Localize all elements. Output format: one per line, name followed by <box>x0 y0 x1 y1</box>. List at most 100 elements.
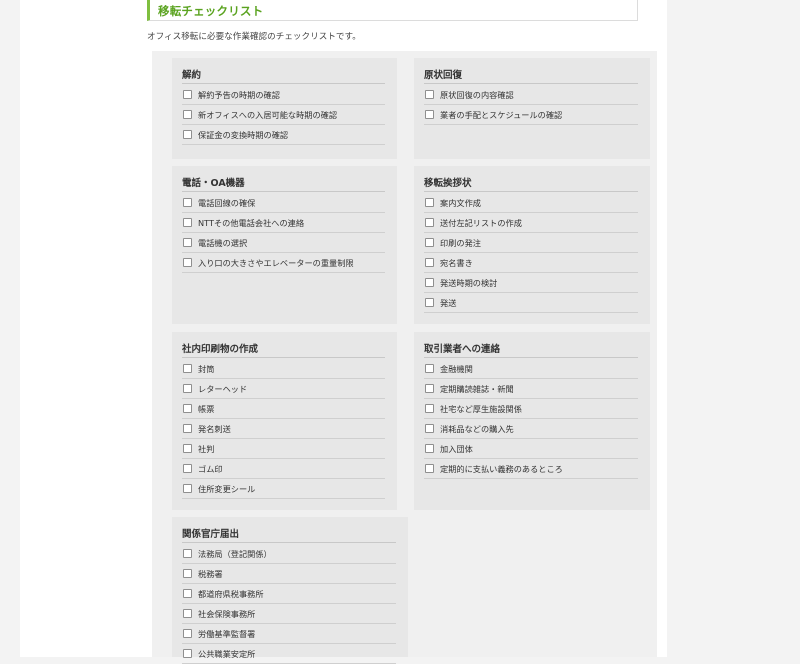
checkbox[interactable] <box>425 238 434 247</box>
checkbox[interactable] <box>183 549 192 558</box>
checklist-item[interactable]: 電話回線の確保 <box>182 193 385 213</box>
checklist-item[interactable]: 社判 <box>182 439 385 459</box>
card-phone-oa: 電話・OA機器 電話回線の確保 NTTその他電話会社への連絡 電話機の選択 入り… <box>172 166 397 324</box>
checklist-item[interactable]: 労働基準監督署 <box>182 624 396 644</box>
card-title: 社内印刷物の作成 <box>182 344 259 355</box>
checklist-item[interactable]: 原状回復の内容確認 <box>424 85 638 105</box>
checkbox[interactable] <box>425 298 434 307</box>
checklist-label: 電話回線の確保 <box>198 197 256 208</box>
checklist-label: 公共職業安定所 <box>198 648 256 659</box>
checkbox[interactable] <box>183 464 192 473</box>
checkbox[interactable] <box>183 609 192 618</box>
checkbox[interactable] <box>425 278 434 287</box>
checklist-item[interactable]: 解約予告の時期の確認 <box>182 85 385 105</box>
checklist-label: 金融機関 <box>440 363 473 374</box>
checklist-item[interactable]: 業者の手配とスケジュールの確認 <box>424 105 638 125</box>
checklist-label: 住所変更シール <box>198 483 256 494</box>
checklist-item[interactable]: 住所変更シール <box>182 479 385 499</box>
checklist-label: 入り口の大きさやエレベーターの重量制限 <box>198 257 354 268</box>
checklist-label: 消耗品などの購入先 <box>440 423 514 434</box>
checkbox[interactable] <box>183 484 192 493</box>
checklist-item[interactable]: 定期的に支払い義務のあるところ <box>424 459 638 479</box>
checklist-item[interactable]: 送付左記リストの作成 <box>424 213 638 233</box>
checkbox[interactable] <box>183 384 192 393</box>
checkbox[interactable] <box>183 110 192 119</box>
card-divider <box>182 83 385 84</box>
checkbox[interactable] <box>183 218 192 227</box>
checklist-label: 税務署 <box>198 568 223 579</box>
checklist-item[interactable]: 金融機関 <box>424 359 638 379</box>
checklist-label: 印刷の発注 <box>440 237 481 248</box>
checklist-item[interactable]: 社会保険事務所 <box>182 604 396 624</box>
checklist-item[interactable]: NTTその他電話会社への連絡 <box>182 213 385 233</box>
checklist-item[interactable]: 発名刺送 <box>182 419 385 439</box>
checkbox[interactable] <box>183 589 192 598</box>
checkbox[interactable] <box>183 569 192 578</box>
card-greeting-letter: 移転挨拶状 案内文作成 送付左記リストの作成 印刷の発注 宛名書き 発送時期の検… <box>414 166 650 324</box>
checkbox[interactable] <box>425 404 434 413</box>
checklist-item[interactable]: 加入団体 <box>424 439 638 459</box>
checklist-label: 業者の手配とスケジュールの確認 <box>440 109 563 120</box>
checkbox[interactable] <box>425 384 434 393</box>
checklist-item[interactable]: 発送 <box>424 293 638 313</box>
checklist-item[interactable]: 電話機の選択 <box>182 233 385 253</box>
checklist-label: 法務局（登記関係） <box>198 548 272 559</box>
checklist-label: NTTその他電話会社への連絡 <box>198 217 305 228</box>
card-title: 関係官庁届出 <box>182 529 240 540</box>
checklist-label: 社会保険事務所 <box>198 608 256 619</box>
card-divider <box>424 357 638 358</box>
card-divider <box>182 542 396 543</box>
checkbox[interactable] <box>183 404 192 413</box>
checkbox[interactable] <box>183 90 192 99</box>
checkbox[interactable] <box>425 364 434 373</box>
checklist-label: 電話機の選択 <box>198 237 248 248</box>
checkbox[interactable] <box>183 258 192 267</box>
checkbox[interactable] <box>425 90 434 99</box>
checklist-item[interactable]: 保証金の変換時期の確認 <box>182 125 385 145</box>
checklist-item[interactable]: 帳票 <box>182 399 385 419</box>
checklist-item[interactable]: 宛名書き <box>424 253 638 273</box>
checkbox[interactable] <box>425 464 434 473</box>
checkbox[interactable] <box>183 238 192 247</box>
checklist-label: ゴム印 <box>198 463 223 474</box>
checklist-label: 送付左記リストの作成 <box>440 217 522 228</box>
card-divider <box>182 357 385 358</box>
checklist-label: 定期的に支払い義務のあるところ <box>440 463 563 474</box>
checklist-item[interactable]: 公共職業安定所 <box>182 644 396 664</box>
checkbox[interactable] <box>425 198 434 207</box>
checklist-item[interactable]: 法務局（登記関係） <box>182 544 396 564</box>
checklist-label: 封筒 <box>198 363 215 374</box>
checklist-label: 帳票 <box>198 403 215 414</box>
checklist-item[interactable]: 案内文作成 <box>424 193 638 213</box>
checklist-label: 都道府県税事務所 <box>198 588 264 599</box>
checklist-item[interactable]: レターヘッド <box>182 379 385 399</box>
checklist-item[interactable]: 入り口の大きさやエレベーターの重量制限 <box>182 253 385 273</box>
card-title: 原状回復 <box>424 70 463 81</box>
card-title: 取引業者への連絡 <box>424 344 501 355</box>
checklist-label: 定期購読雑誌・新聞 <box>440 383 514 394</box>
checkbox[interactable] <box>183 424 192 433</box>
checklist-item[interactable]: ゴム印 <box>182 459 385 479</box>
checkbox[interactable] <box>183 629 192 638</box>
checklist-item[interactable]: 社宅など厚生施設関係 <box>424 399 638 419</box>
card-divider <box>182 191 385 192</box>
checkbox[interactable] <box>425 258 434 267</box>
checklist-item[interactable]: 定期購読雑誌・新聞 <box>424 379 638 399</box>
checklist-item[interactable]: 新オフィスへの入居可能な時期の確認 <box>182 105 385 125</box>
checklist-label: 保証金の変換時期の確認 <box>198 129 289 140</box>
checklist-item[interactable]: 消耗品などの購入先 <box>424 419 638 439</box>
checkbox[interactable] <box>425 424 434 433</box>
checkbox[interactable] <box>425 110 434 119</box>
checkbox[interactable] <box>183 444 192 453</box>
checklist-item[interactable]: 税務署 <box>182 564 396 584</box>
checklist-item[interactable]: 都道府県税事務所 <box>182 584 396 604</box>
checkbox[interactable] <box>183 130 192 139</box>
checklist-item[interactable]: 封筒 <box>182 359 385 379</box>
checkbox[interactable] <box>183 364 192 373</box>
checklist-item[interactable]: 印刷の発注 <box>424 233 638 253</box>
checkbox[interactable] <box>425 218 434 227</box>
card-cancellation: 解約 解約予告の時期の確認 新オフィスへの入居可能な時期の確認 保証金の変換時期… <box>172 58 397 159</box>
checklist-item[interactable]: 発送時期の検討 <box>424 273 638 293</box>
checkbox[interactable] <box>425 444 434 453</box>
checkbox[interactable] <box>183 198 192 207</box>
